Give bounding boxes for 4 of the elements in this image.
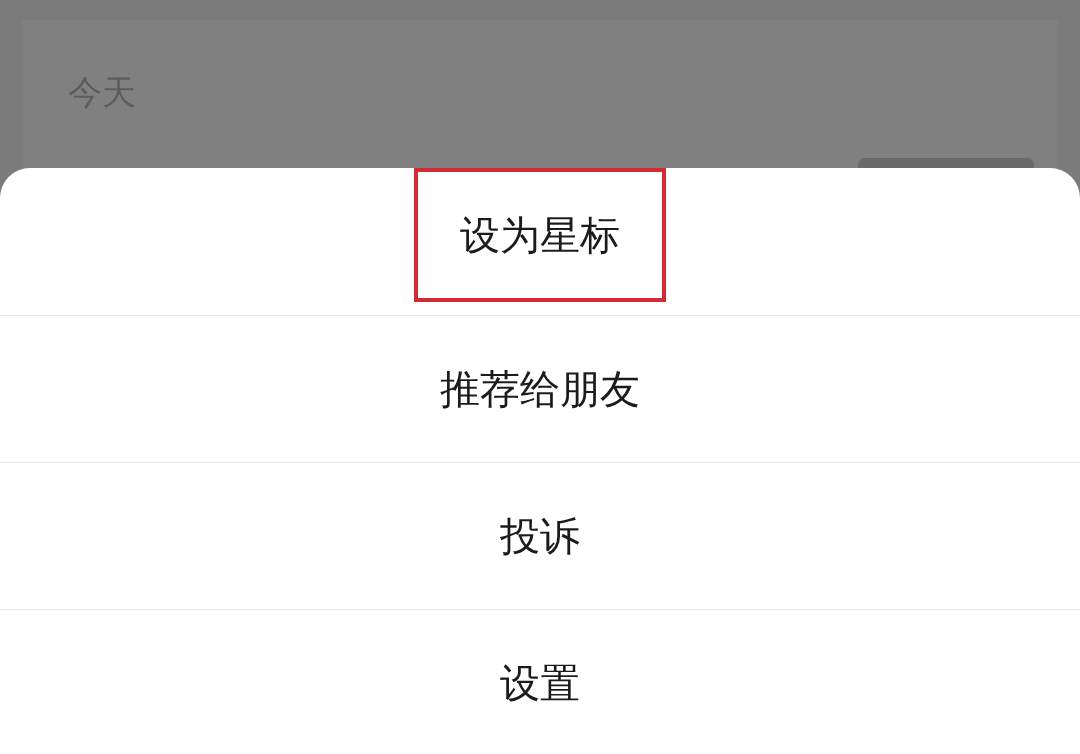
menu-item[interactable]: 设置 <box>454 616 626 750</box>
menu-item[interactable]: 设为星标 <box>414 168 666 302</box>
menu-item[interactable]: 推荐给朋友 <box>394 322 686 456</box>
menu-item[interactable]: 投诉 <box>454 469 626 603</box>
